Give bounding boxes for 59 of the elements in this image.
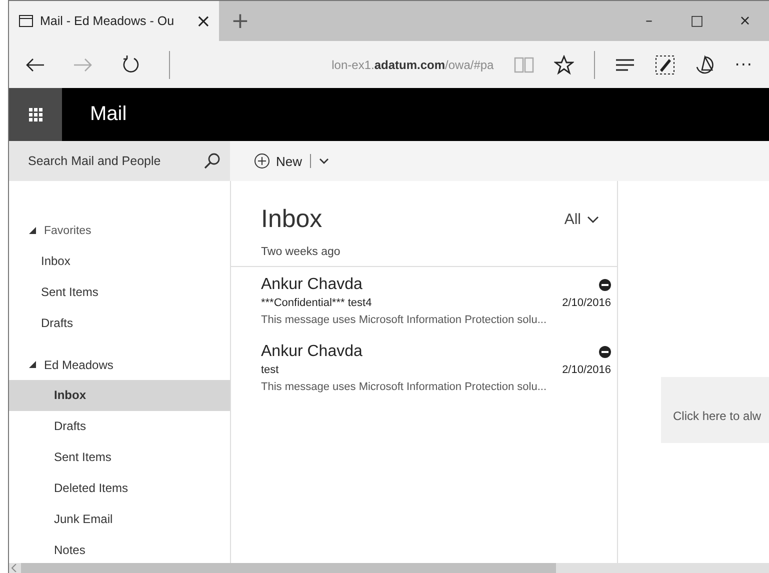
search-icon[interactable]	[204, 153, 220, 169]
new-button[interactable]: New	[254, 153, 302, 169]
message-item[interactable]: Ankur Chavda test 2/10/2016 This message uses Microsoft Information Protection solu...	[231, 334, 617, 401]
plus-circle-icon	[254, 153, 270, 169]
refresh-icon[interactable]	[121, 54, 141, 74]
chevron-down-icon[interactable]	[319, 157, 330, 165]
blocked-icon	[599, 279, 611, 291]
notice-banner[interactable]: Click here to alw	[661, 377, 769, 443]
back-icon[interactable]	[25, 56, 45, 72]
star-icon[interactable]	[554, 54, 574, 74]
message-preview: This message uses Microsoft Information Protection solu...	[261, 314, 548, 326]
message-subject: test	[261, 364, 279, 376]
search-bar[interactable]: Search Mail and People	[9, 141, 230, 181]
menu-icon[interactable]	[614, 58, 635, 72]
tab-page-icon	[19, 15, 33, 27]
folder-item[interactable]: Notes	[9, 535, 230, 566]
new-tab-button[interactable]: +	[219, 1, 262, 41]
browser-tab[interactable]: Mail - Ed Meadows - Ou ×	[9, 1, 219, 41]
sender-name: Ankur Chavda	[261, 343, 362, 361]
message-date: 2/10/2016	[562, 297, 611, 309]
folder-group-header[interactable]: Favorites	[9, 215, 230, 246]
more-button[interactable]: ···	[734, 55, 753, 74]
folder-group-label: Ed Meadows	[44, 358, 114, 372]
search-field[interactable]: Search Mail and People	[26, 153, 204, 169]
folder-item[interactable]: Drafts	[9, 411, 230, 442]
folder-item[interactable]: Sent Items	[9, 277, 230, 308]
pen-note-icon[interactable]	[654, 54, 675, 74]
sender-name: Ankur Chavda	[261, 276, 362, 294]
folder-item[interactable]: Inbox	[9, 246, 230, 277]
message-preview: This message uses Microsoft Information Protection solu...	[261, 381, 548, 393]
chevron-down-icon	[587, 216, 599, 224]
app-launcher-button[interactable]	[9, 88, 62, 141]
folder-title: Inbox	[261, 205, 322, 234]
grid-icon	[28, 108, 42, 122]
window-control-button[interactable]: ×	[721, 1, 769, 41]
close-tab-button[interactable]: ×	[196, 10, 211, 32]
date-group-header: Two weeks ago	[231, 234, 617, 267]
folder-item[interactable]: Sent Items	[9, 442, 230, 473]
tab-title: Mail - Ed Meadows - Ou	[40, 14, 176, 28]
scrollbar-thumb[interactable]	[21, 563, 556, 573]
share-icon[interactable]	[694, 54, 715, 74]
horizontal-scrollbar[interactable]	[9, 563, 769, 573]
notice-text: Click here to alw	[673, 409, 762, 423]
address-field[interactable]: lon-ex1.adatum.com/owa/#pa	[190, 58, 494, 72]
message-subject: ***Confidential*** test4	[261, 297, 372, 309]
window-control-button[interactable]: –	[625, 1, 673, 41]
folder-item[interactable]: Junk Email	[9, 504, 230, 535]
folder-item[interactable]: Drafts	[9, 308, 230, 339]
message-item[interactable]: Ankur Chavda ***Confidential*** test4 2/10/2016 This message uses Microsoft Information Protection solu...	[231, 267, 617, 334]
message-date: 2/10/2016	[562, 364, 611, 376]
folder-group-label: Favorites	[44, 224, 92, 236]
blocked-icon	[599, 346, 611, 358]
app-title: Mail	[90, 103, 127, 126]
filter-dropdown[interactable]: All	[564, 211, 599, 228]
folder-item[interactable]: Inbox	[9, 380, 230, 411]
scroll-left-icon[interactable]	[11, 564, 17, 572]
folder-item[interactable]: Deleted Items	[9, 473, 230, 504]
folder-group-header[interactable]: Ed Meadows	[9, 349, 230, 380]
window-control-button[interactable]: □	[673, 1, 721, 41]
